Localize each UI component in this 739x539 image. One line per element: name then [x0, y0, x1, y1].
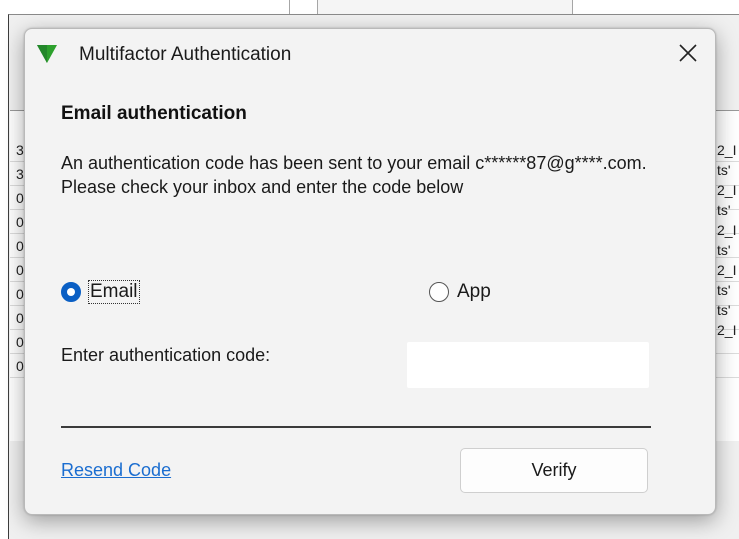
app-radio-label[interactable]: App [457, 281, 491, 303]
verify-button[interactable]: Verify [460, 448, 648, 493]
email-radio[interactable] [61, 282, 81, 302]
code-field-label: Enter authentication code: [61, 345, 271, 365]
section-heading: Email authentication [61, 103, 247, 124]
background-cell: ts' [717, 243, 731, 258]
close-button[interactable] [665, 35, 711, 71]
dialog-title: Multifactor Authentication [79, 44, 292, 65]
dialog-titlebar: Multifactor Authentication [25, 29, 715, 79]
green-triangle-down-icon [37, 45, 57, 63]
divider [61, 426, 651, 428]
background-cell: 2_I [717, 323, 737, 338]
background-cell: ts' [717, 203, 731, 218]
background-cell: ts' [717, 303, 731, 318]
background-cell: ts' [717, 163, 731, 178]
authentication-code-input[interactable] [407, 342, 649, 388]
background-cell: 2_I [717, 183, 737, 198]
email-radio-label[interactable]: Email [88, 280, 140, 304]
instruction-message: An authentication code has been sent to … [61, 153, 647, 197]
close-icon [679, 44, 697, 62]
resend-code-link[interactable]: Resend Code [61, 460, 171, 481]
background-cell: 2_I [717, 143, 737, 158]
app-radio[interactable] [429, 282, 449, 302]
background-cell: ts' [717, 283, 731, 298]
background-cell: 2_I [717, 263, 737, 278]
background-cell: 2_I [717, 223, 737, 238]
mfa-dialog: Multifactor Authentication Email authent… [24, 28, 716, 515]
